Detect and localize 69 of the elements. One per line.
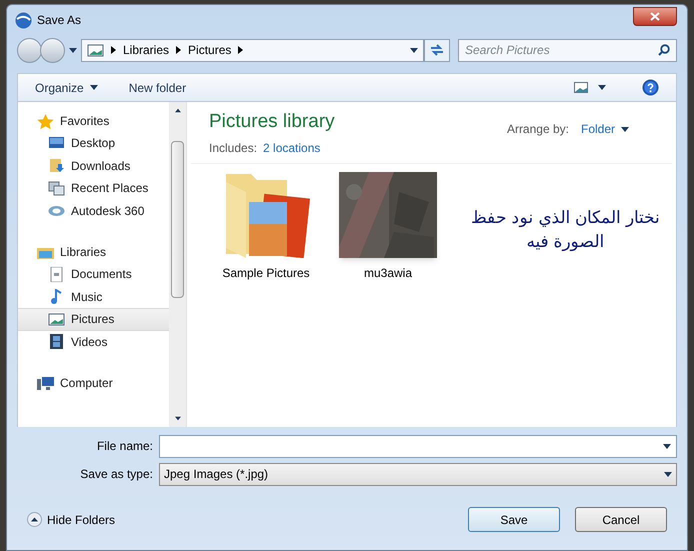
annotation-text: نختار المكان الذي نود حفظ الصورة فيه (471, 206, 660, 254)
library-title: Pictures library (209, 110, 335, 134)
dropdown-icon (410, 48, 418, 52)
arrange-by-label: Arrange by: (506, 121, 569, 138)
refresh-button[interactable] (424, 38, 450, 62)
window-title: Save As (37, 12, 82, 29)
dropdown-icon (90, 85, 98, 90)
sidebar-item[interactable]: Videos (18, 330, 169, 353)
scroll-up-icon (174, 108, 180, 112)
search-icon (658, 44, 670, 56)
sidebar-item[interactable]: Music (18, 286, 169, 308)
organize-menu-button[interactable]: Organize (35, 78, 98, 96)
breadcrumb[interactable]: Pictures (188, 41, 232, 59)
forward-button[interactable] (40, 38, 65, 62)
chevron-icon (176, 46, 182, 54)
cloud-icon (48, 203, 65, 218)
file-type-dropdown[interactable]: Jpeg Images (*.jpg) (159, 462, 677, 486)
includes-label: Includes: (209, 140, 258, 156)
dropdown-icon (621, 126, 629, 132)
chevron-icon (111, 46, 116, 54)
sidebar-item[interactable]: Downloads (18, 154, 169, 177)
folder-icon (48, 158, 65, 174)
monitor-icon (48, 136, 65, 151)
dropdown-icon (598, 85, 606, 90)
scroll-down-icon (174, 416, 180, 420)
film-icon (48, 334, 65, 350)
locations-link[interactable]: 2 locations (263, 138, 320, 156)
back-button[interactable] (17, 38, 42, 62)
file-type-label: Save as type: (79, 466, 153, 483)
file-type-value: Jpeg Images (*.jpg) (164, 466, 270, 483)
help-icon[interactable] (642, 79, 659, 96)
sidebar-group[interactable]: Libraries (18, 241, 169, 263)
chevron-icon (238, 46, 244, 54)
history-dropdown-icon (69, 48, 77, 52)
collapse-icon (27, 512, 42, 527)
star-icon (37, 114, 54, 128)
view-icon[interactable] (574, 82, 588, 93)
search-field[interactable]: Search Pictures (458, 38, 677, 62)
file-name-label: File name: (96, 438, 153, 455)
cancel-button[interactable]: Cancel (575, 507, 667, 532)
globe-icon (15, 12, 32, 28)
sidebar-item[interactable]: Pictures (18, 308, 169, 330)
recent-places-icon (48, 180, 65, 196)
picture-icon (48, 312, 65, 327)
save-button[interactable]: Save (468, 507, 560, 532)
sidebar-group[interactable]: Computer (18, 372, 169, 394)
sidebar-item[interactable]: Autodesk 360 (18, 200, 169, 222)
file-label[interactable]: Sample Pictures (222, 264, 310, 282)
sidebar-group[interactable]: Favorites (18, 110, 169, 132)
sidebar-item[interactable]: Desktop (18, 132, 169, 154)
file-name-field[interactable] (159, 434, 677, 458)
picture-icon (87, 42, 104, 58)
dropdown-icon (663, 444, 671, 448)
sidebar-item[interactable]: Recent Places (18, 177, 169, 200)
document-icon (48, 266, 65, 282)
scroll-thumb[interactable] (171, 141, 184, 298)
hide-folders-button[interactable]: Hide Folders (27, 510, 116, 528)
dropdown-icon (664, 472, 672, 476)
arrange-by-dropdown[interactable]: Folder (580, 120, 629, 138)
close-icon (650, 12, 660, 20)
file-label[interactable]: mu3awia (364, 264, 412, 282)
close-button[interactable] (633, 6, 677, 26)
new-folder-button[interactable]: New folder (128, 78, 186, 96)
breadcrumb[interactable]: Libraries (123, 41, 170, 59)
refresh-icon (430, 44, 444, 56)
computer-icon (37, 376, 54, 390)
address-bar[interactable]: Libraries Pictures (81, 38, 424, 62)
sidebar-item[interactable]: Documents (18, 263, 169, 286)
scrollbar[interactable] (169, 102, 186, 427)
